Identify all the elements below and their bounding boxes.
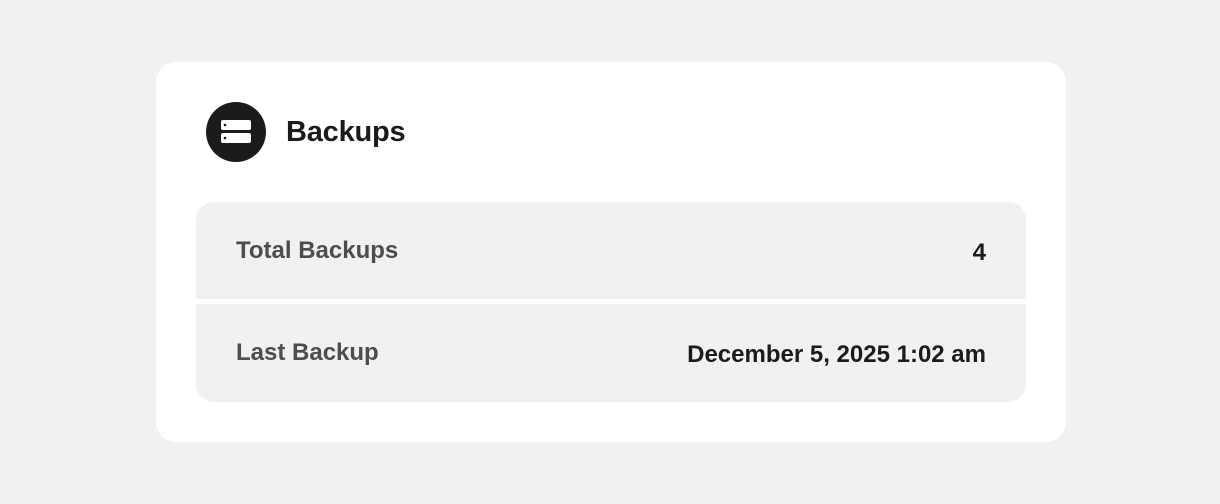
stat-row-last-backup: Last Backup December 5, 2025 1:02 am xyxy=(196,304,1026,402)
stat-label: Last Backup xyxy=(236,339,379,366)
card-title: Backups xyxy=(286,115,406,148)
server-stack-icon xyxy=(206,102,266,162)
stat-row-total-backups: Total Backups 4 xyxy=(196,202,1026,299)
stat-value: December 5, 2025 1:02 am xyxy=(687,341,986,368)
stat-label: Total Backups xyxy=(236,236,399,264)
backup-stats: Total Backups 4 Last Backup December 5, … xyxy=(196,202,1026,402)
server-stack-icon-glyph xyxy=(221,120,251,143)
card-header: Backups xyxy=(206,102,406,162)
backups-card: Backups Total Backups 4 Last Backup Dece… xyxy=(156,62,1066,442)
stat-value: 4 xyxy=(972,238,986,266)
